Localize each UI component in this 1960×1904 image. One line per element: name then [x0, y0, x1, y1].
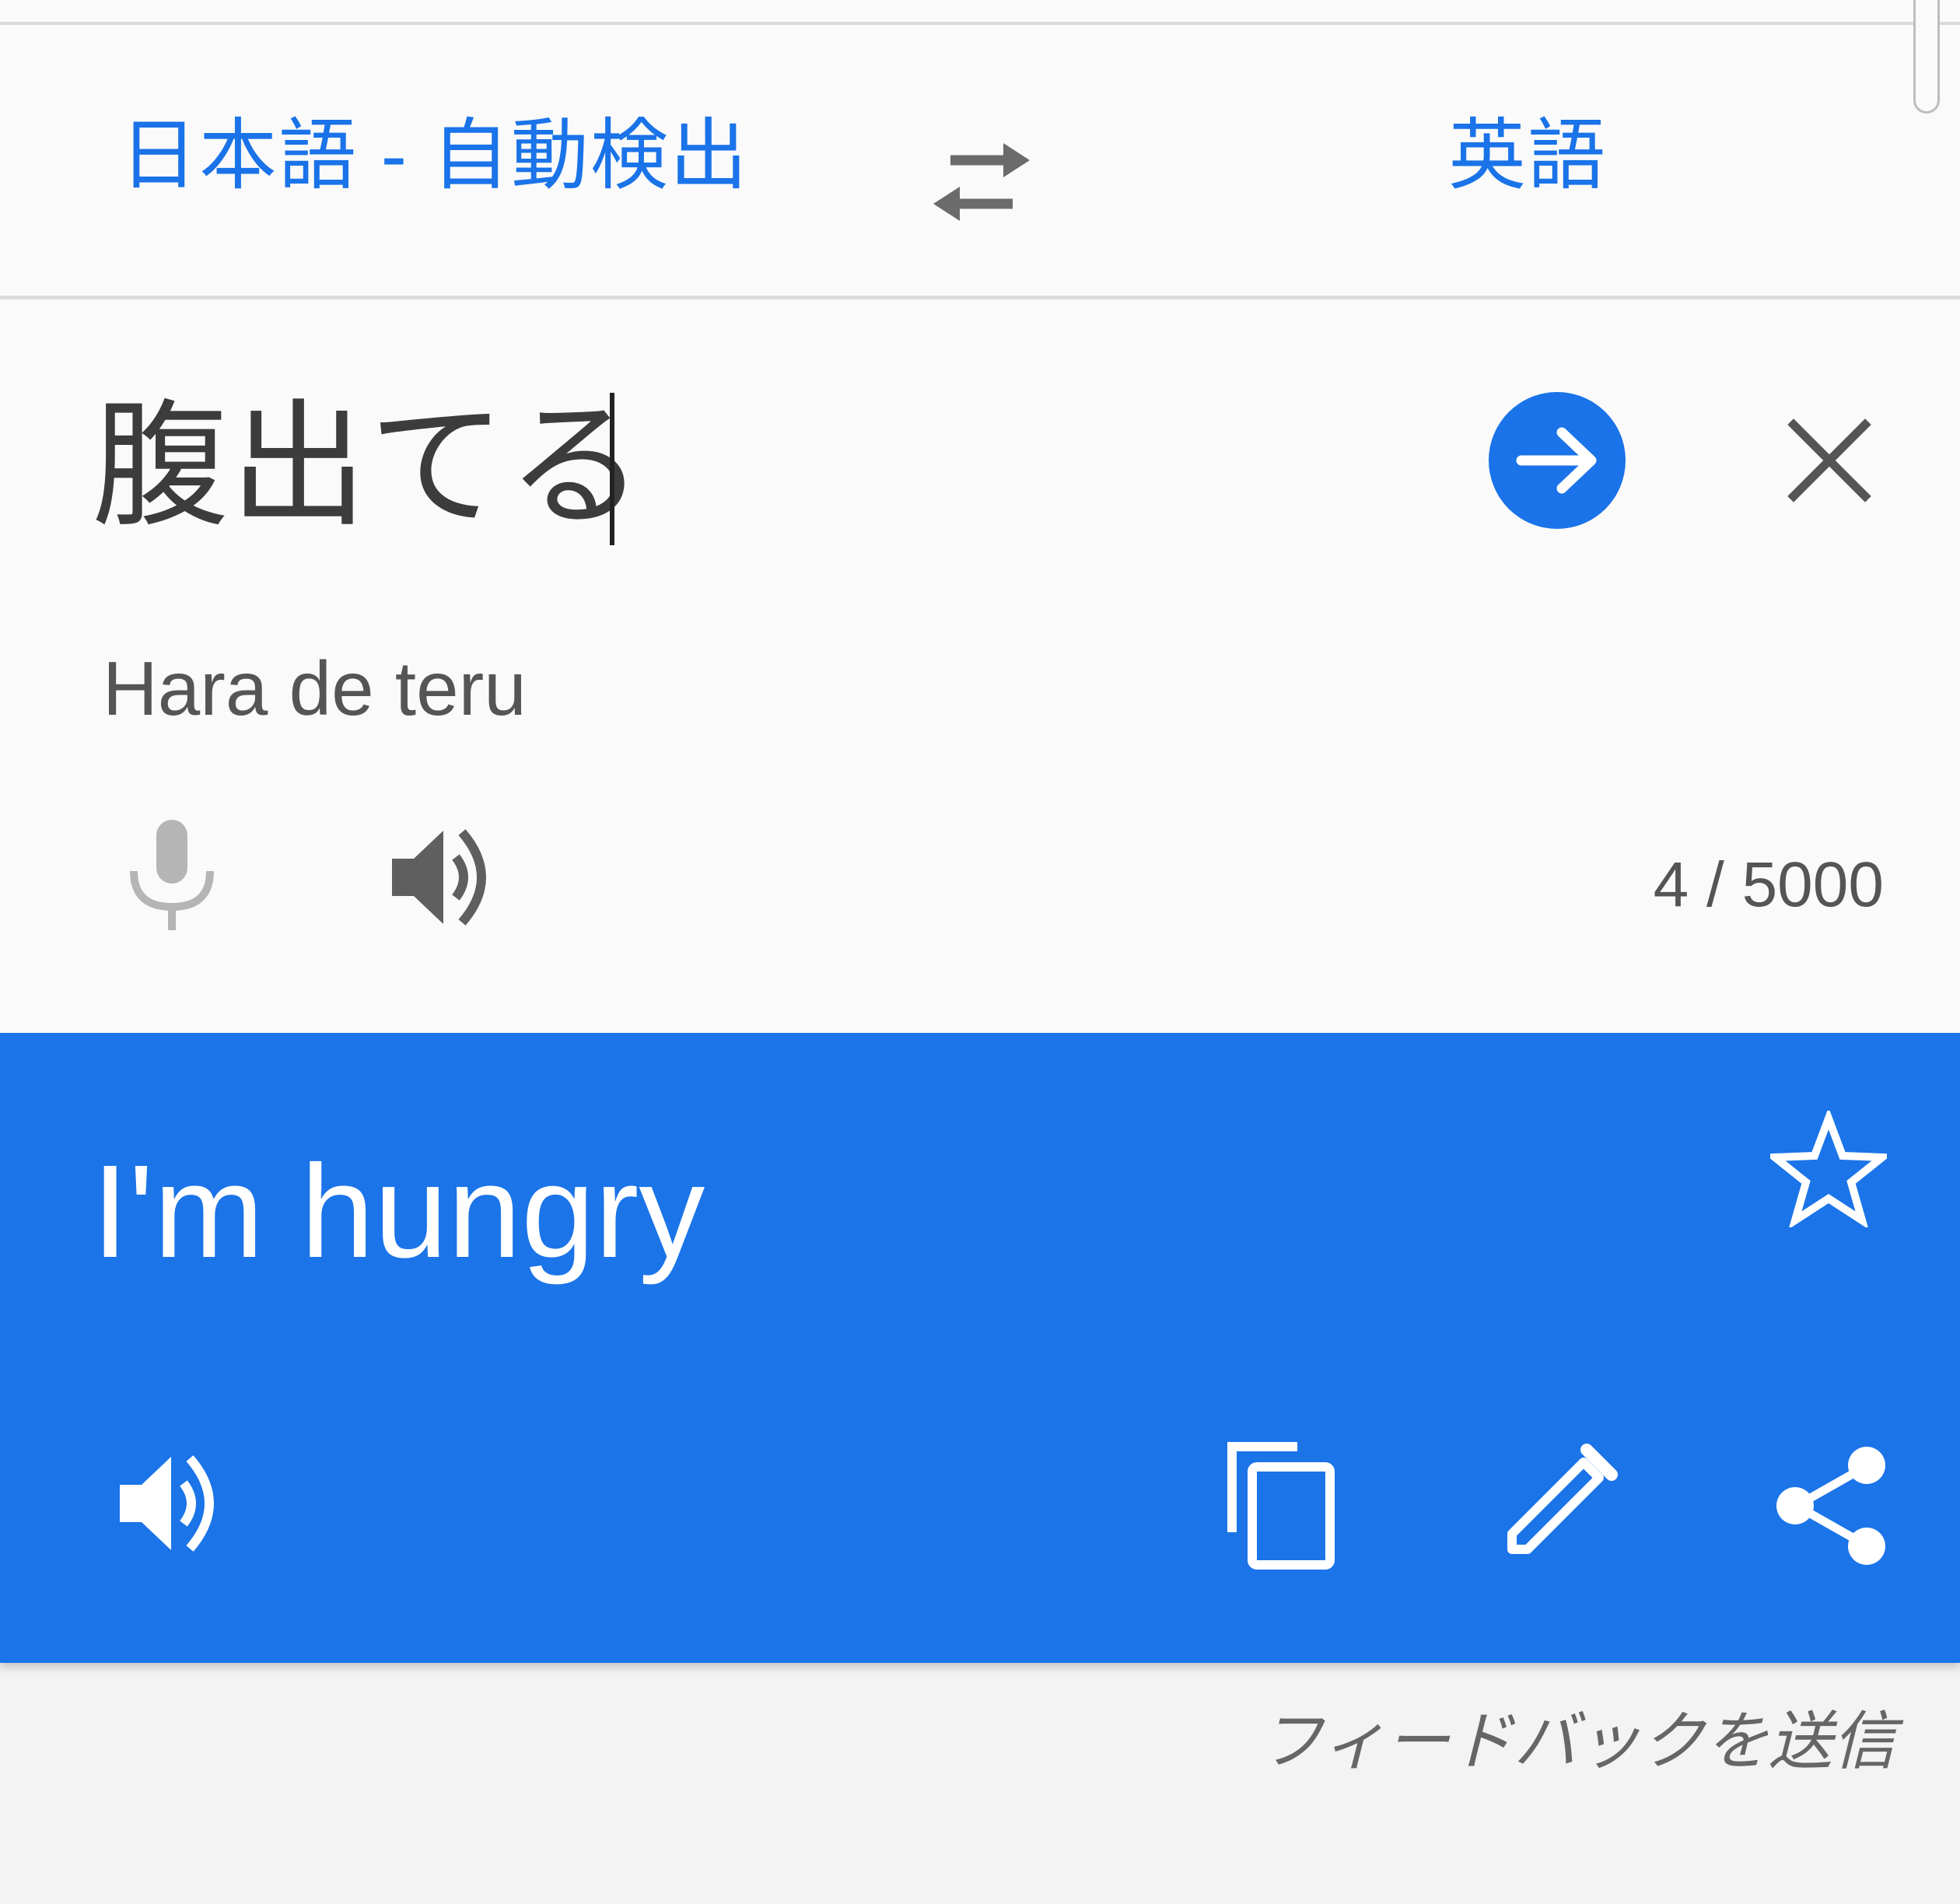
target-language-button[interactable]: 英語: [1448, 109, 1607, 202]
transliteration-text: Hara de teru: [103, 646, 527, 731]
mic-icon[interactable]: [124, 815, 219, 932]
volume-up-icon: [120, 1455, 214, 1552]
copy-icon: [1227, 1442, 1335, 1570]
translate-go-button[interactable]: [1489, 392, 1626, 529]
share-translation-button[interactable]: [1773, 1444, 1890, 1568]
arrow-forward-icon: [1516, 427, 1597, 494]
edit-translation-button[interactable]: [1496, 1440, 1621, 1565]
language-bar: 日本語 - 自動検出 英語: [0, 25, 1960, 296]
volume-up-icon: [392, 829, 486, 926]
source-text-input[interactable]: 腹出てる: [92, 389, 646, 544]
share-icon: [1776, 1447, 1885, 1565]
clear-input-button[interactable]: [1783, 414, 1876, 507]
swap-languages-icon[interactable]: [927, 140, 1036, 226]
star-outline-icon: [1770, 1111, 1887, 1227]
translate-card: 日本語 - 自動検出 英語 腹出てる Hara de teru 4 / 5000…: [0, 0, 1960, 1663]
send-feedback-link[interactable]: フィードバックを送信: [1260, 1703, 1896, 1781]
edit-icon: [1507, 1444, 1618, 1554]
character-counter: 4 / 5000: [1653, 849, 1884, 920]
translation-text[interactable]: I'm hungry: [92, 1134, 705, 1290]
copy-translation-button[interactable]: [1221, 1439, 1338, 1571]
language-bar-divider: [0, 296, 1960, 299]
listen-source-button[interactable]: [387, 823, 502, 932]
close-icon: [1787, 418, 1871, 502]
translation-result-panel: I'm hungry: [0, 1033, 1960, 1663]
source-language-button[interactable]: 日本語 - 自動検出: [120, 109, 749, 202]
save-translation-button[interactable]: [1770, 1111, 1887, 1227]
text-caret: [610, 393, 614, 545]
listen-translation-button[interactable]: [115, 1449, 230, 1558]
